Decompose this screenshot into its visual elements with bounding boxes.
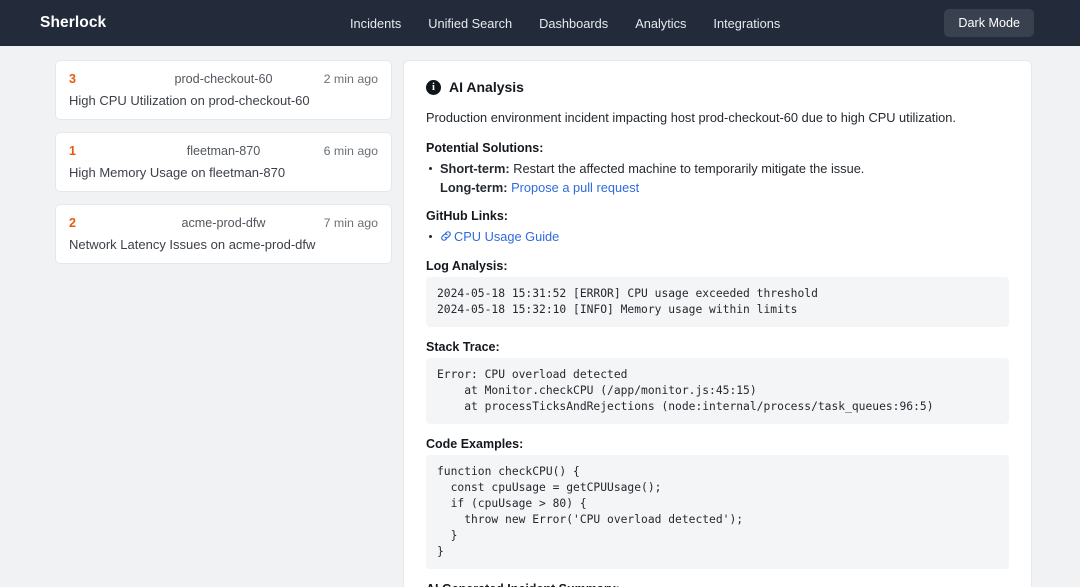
- potential-solutions-label: Potential Solutions:: [426, 140, 544, 155]
- github-links-list: CPU Usage Guide: [426, 227, 1009, 247]
- nav-item-integrations[interactable]: Integrations: [713, 16, 780, 31]
- app-brand: Sherlock: [40, 14, 107, 31]
- nav-item-dashboards[interactable]: Dashboards: [539, 16, 608, 31]
- incident-timestamp: 7 min ago: [323, 216, 378, 230]
- panel-header: i AI Analysis: [426, 79, 1009, 95]
- incident-severity-badge: 1: [69, 144, 77, 158]
- incident-card[interactable]: 2 acme-prod-dfw 7 min ago Network Latenc…: [55, 204, 392, 264]
- info-icon: i: [426, 79, 441, 95]
- page-body: 3 prod-checkout-60 2 min ago High CPU Ut…: [0, 46, 1080, 587]
- log-analysis-block: 2024-05-18 15:31:52 [ERROR] CPU usage ex…: [426, 277, 1009, 328]
- stack-trace-label: Stack Trace:: [426, 340, 500, 355]
- code-examples-label: Code Examples:: [426, 437, 524, 452]
- dark-mode-toggle-button[interactable]: Dark Mode: [944, 9, 1034, 37]
- incident-summary-label: AI Generated Incident Summary:: [426, 582, 1009, 587]
- github-links-label: GitHub Links:: [426, 208, 508, 223]
- incident-title: Network Latency Issues on acme-prod-dfw: [69, 237, 316, 252]
- incident-timestamp: 6 min ago: [323, 144, 378, 158]
- long-term-line: Long-term: Propose a pull request: [440, 178, 1009, 197]
- propose-pull-request-link[interactable]: Propose a pull request: [511, 180, 639, 195]
- nav-item-unified-search[interactable]: Unified Search: [428, 16, 512, 31]
- short-term-label: Short-term:: [440, 160, 510, 176]
- incident-card-header: 3 prod-checkout-60 2 min ago: [69, 71, 378, 87]
- app-header: Sherlock Incidents Unified Search Dashbo…: [0, 0, 1080, 46]
- link-icon: [440, 228, 452, 247]
- short-term-text: Restart the affected machine to temporar…: [509, 160, 865, 176]
- cpu-usage-guide-link[interactable]: CPU Usage Guide: [454, 229, 559, 244]
- github-link-item: CPU Usage Guide: [426, 227, 1009, 247]
- incident-timestamp: 2 min ago: [323, 72, 378, 86]
- incident-card-header: 1 fleetman-870 6 min ago: [69, 143, 378, 159]
- incident-severity-badge: 3: [69, 72, 77, 86]
- panel-title: AI Analysis: [449, 79, 524, 95]
- code-examples-block: function checkCPU() { const cpuUsage = g…: [426, 455, 1009, 570]
- solution-list-item: Short-term: Restart the affected machine…: [426, 159, 1009, 197]
- incident-title: High Memory Usage on fleetman-870: [69, 165, 286, 180]
- stack-trace-block: Error: CPU overload detected at Monitor.…: [426, 358, 1009, 425]
- incident-severity-badge: 2: [69, 216, 77, 230]
- incident-card[interactable]: 1 fleetman-870 6 min ago High Memory Usa…: [55, 132, 392, 192]
- incident-card[interactable]: 3 prod-checkout-60 2 min ago High CPU Ut…: [55, 60, 392, 120]
- incident-list-sidebar: 3 prod-checkout-60 2 min ago High CPU Ut…: [55, 60, 392, 264]
- long-term-label: Long-term:: [440, 179, 508, 195]
- analysis-summary-text: Production environment incident impactin…: [426, 110, 956, 125]
- log-analysis-label: Log Analysis:: [426, 259, 508, 274]
- nav-item-incidents[interactable]: Incidents: [350, 16, 401, 31]
- incident-title: High CPU Utilization on prod-checkout-60: [69, 93, 310, 108]
- ai-analysis-panel: i AI Analysis Production environment inc…: [403, 60, 1032, 587]
- potential-solutions-list: Short-term: Restart the affected machine…: [426, 159, 1009, 197]
- nav-item-analytics[interactable]: Analytics: [635, 16, 686, 31]
- main-nav: Incidents Unified Search Dashboards Anal…: [350, 16, 780, 31]
- incident-card-header: 2 acme-prod-dfw 7 min ago: [69, 215, 378, 231]
